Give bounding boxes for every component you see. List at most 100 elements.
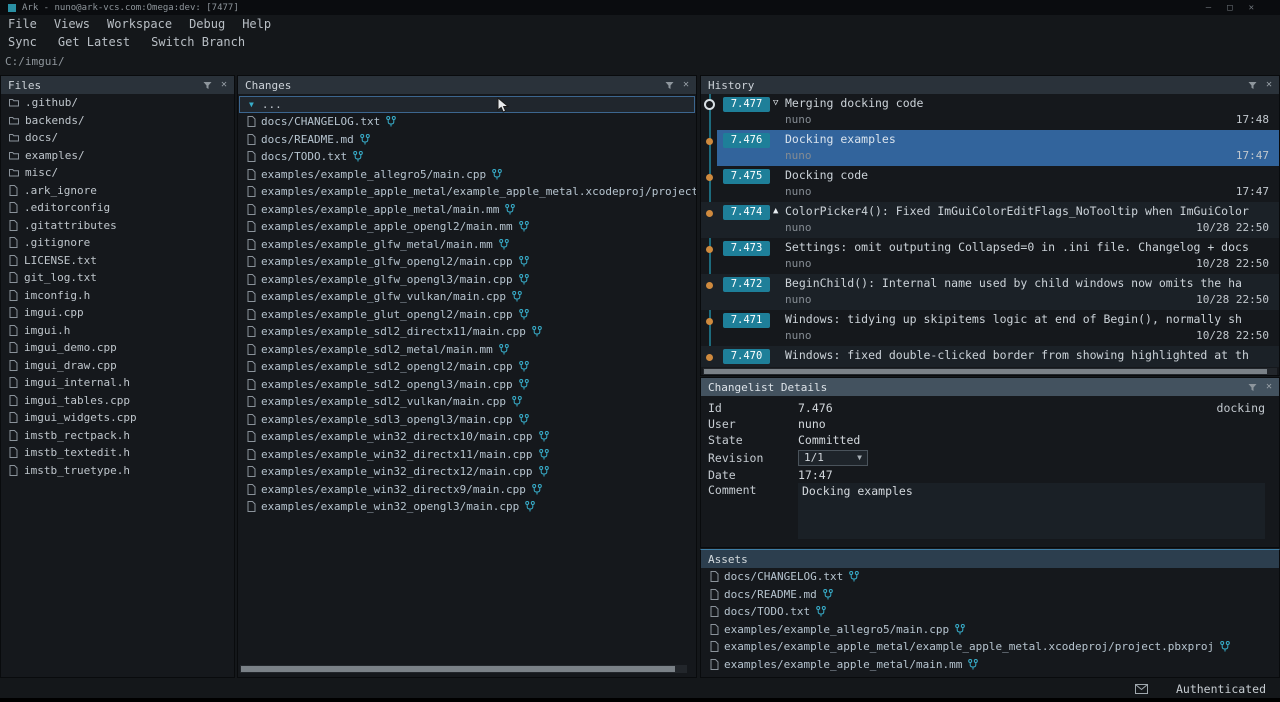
close-panel-icon[interactable]: ✕	[221, 80, 227, 90]
file-tree-item[interactable]: imconfig.h	[1, 287, 234, 305]
menu-item[interactable]: Workspace	[107, 17, 172, 31]
file-tree-item[interactable]: LICENSE.txt	[1, 252, 234, 270]
file-tree-item[interactable]: imgui_demo.cpp	[1, 339, 234, 357]
change-row[interactable]: examples/example_glfw_metal/main.mm	[238, 236, 696, 254]
change-row[interactable]: docs/CHANGELOG.txt	[238, 113, 696, 131]
menu-item[interactable]: Views	[54, 17, 90, 31]
file-name: LICENSE.txt	[24, 254, 97, 267]
maximize-icon[interactable]: □	[1227, 3, 1232, 13]
file-tree-item[interactable]: imstb_textedit.h	[1, 444, 234, 462]
file-tree-item[interactable]: imgui_widgets.cpp	[1, 409, 234, 427]
history-entry[interactable]: 7.470 Windows: fixed double-clicked bord…	[701, 346, 1279, 367]
chevron-down-icon[interactable]: ▼	[249, 100, 254, 109]
menu-item[interactable]: Help	[242, 17, 271, 31]
details-panel-header: Changelist Details ✕	[701, 378, 1279, 396]
file-tree-item[interactable]: imgui_internal.h	[1, 374, 234, 392]
change-row[interactable]: examples/example_win32_directx10/main.cp…	[238, 428, 696, 446]
changeset-badge: 7.470	[723, 349, 770, 364]
file-name: misc/	[25, 166, 58, 179]
menu-item[interactable]: File	[8, 17, 37, 31]
change-row[interactable]: examples/example_sdl2_vulkan/main.cpp	[238, 393, 696, 411]
history-entry[interactable]: 7.473 Settings: omit outputing Collapsed…	[701, 238, 1279, 274]
asset-row[interactable]: docs/CHANGELOG.txt	[701, 568, 1279, 586]
asset-path: docs/CHANGELOG.txt	[724, 570, 843, 583]
file-tree-item[interactable]: .ark_ignore	[1, 182, 234, 200]
horizontal-scrollbar[interactable]	[703, 368, 1277, 375]
file-tree-item[interactable]: examples/	[1, 147, 234, 165]
menu-item[interactable]: Debug	[189, 17, 225, 31]
close-panel-icon[interactable]: ✕	[683, 80, 689, 90]
history-entry[interactable]: 7.472 BeginChild(): Internal name used b…	[701, 274, 1279, 310]
filter-icon[interactable]	[1248, 81, 1257, 90]
changes-panel-title: Changes	[245, 79, 291, 92]
close-panel-icon[interactable]: ✕	[1266, 80, 1272, 90]
file-tree-item[interactable]: git_log.txt	[1, 269, 234, 287]
change-row[interactable]: examples/example_apple_metal/example_app…	[238, 183, 696, 201]
change-row[interactable]: examples/example_glfw_opengl3/main.cpp	[238, 271, 696, 289]
change-path: examples/example_sdl2_metal/main.mm	[261, 343, 493, 356]
scrollbar-thumb[interactable]	[704, 369, 1267, 374]
change-row[interactable]: examples/example_win32_directx11/main.cp…	[238, 446, 696, 464]
horizontal-scrollbar[interactable]	[240, 665, 687, 673]
change-row[interactable]: examples/example_win32_directx9/main.cpp	[238, 481, 696, 499]
close-panel-icon[interactable]: ✕	[1266, 382, 1272, 392]
filter-icon[interactable]	[203, 81, 212, 90]
change-row[interactable]: examples/example_glfw_vulkan/main.cpp	[238, 288, 696, 306]
change-row[interactable]: examples/example_sdl2_directx11/main.cpp	[238, 323, 696, 341]
scrollbar-thumb[interactable]	[241, 666, 675, 672]
file-tree-item[interactable]: imgui_draw.cpp	[1, 357, 234, 375]
file-icon	[247, 501, 256, 512]
asset-row[interactable]: examples/example_apple_metal/example_app…	[701, 638, 1279, 656]
minimize-icon[interactable]: –	[1206, 3, 1211, 13]
filter-icon[interactable]	[1248, 383, 1257, 392]
change-row[interactable]: examples/example_sdl2_opengl2/main.cpp	[238, 358, 696, 376]
file-icon	[247, 221, 256, 232]
change-row[interactable]: examples/example_apple_metal/main.mm	[238, 201, 696, 219]
asset-row[interactable]: examples/example_allegro5/main.cpp	[701, 621, 1279, 639]
toolbar-button[interactable]: Switch Branch	[151, 35, 245, 49]
file-tree-item[interactable]: imstb_rectpack.h	[1, 427, 234, 445]
file-tree-item[interactable]: misc/	[1, 164, 234, 182]
file-tree-item[interactable]: imgui.h	[1, 322, 234, 340]
file-tree-item[interactable]: .editorconfig	[1, 199, 234, 217]
change-row[interactable]: examples/example_sdl2_opengl3/main.cpp	[238, 376, 696, 394]
file-tree-item[interactable]: .github/	[1, 94, 234, 112]
toolbar-button[interactable]: Get Latest	[58, 35, 130, 49]
change-row[interactable]: examples/example_glfw_opengl2/main.cpp	[238, 253, 696, 271]
file-tree-item[interactable]: imstb_truetype.h	[1, 462, 234, 480]
history-entry[interactable]: 7.477 ▽ Merging docking code nuno 17:48	[701, 94, 1279, 130]
file-tree-item[interactable]: docs/	[1, 129, 234, 147]
change-row[interactable]: examples/example_sdl2_metal/main.mm	[238, 341, 696, 359]
change-row[interactable]: docs/README.md	[238, 131, 696, 149]
history-entry[interactable]: 7.476 Docking examples nuno 17:47	[701, 130, 1279, 166]
file-tree-item[interactable]: .gitattributes	[1, 217, 234, 235]
asset-row[interactable]: docs/README.md	[701, 586, 1279, 604]
mouse-cursor	[497, 97, 509, 115]
history-entry[interactable]: 7.474 ▲ ColorPicker4(): Fixed ImGuiColor…	[701, 202, 1279, 238]
asset-row[interactable]: docs/TODO.txt	[701, 603, 1279, 621]
history-entry[interactable]: 7.471 Windows: tidying up skipitems logi…	[701, 310, 1279, 346]
branch-icon	[386, 116, 396, 127]
history-entry[interactable]: 7.475 Docking code nuno 17:47	[701, 166, 1279, 202]
file-tree-item[interactable]: .gitignore	[1, 234, 234, 252]
change-row[interactable]: examples/example_win32_directx12/main.cp…	[238, 463, 696, 481]
change-row[interactable]: examples/example_glut_opengl2/main.cpp	[238, 306, 696, 324]
close-icon[interactable]: ✕	[1249, 3, 1254, 13]
file-tree-item[interactable]: imgui_tables.cpp	[1, 392, 234, 410]
changes-root-label: ...	[262, 98, 282, 111]
asset-path: examples/example_apple_metal/main.mm	[724, 658, 962, 671]
change-row[interactable]: examples/example_allegro5/main.cpp	[238, 166, 696, 184]
changes-root-row[interactable]: ▼ ...	[239, 96, 695, 113]
filter-icon[interactable]	[665, 81, 674, 90]
file-tree-item[interactable]: backends/	[1, 112, 234, 130]
comment-box[interactable]: Docking examples	[798, 483, 1265, 539]
revision-dropdown[interactable]: 1/1 ▼	[798, 450, 868, 466]
commit-node-icon	[706, 174, 713, 181]
toolbar-button[interactable]: Sync	[8, 35, 37, 49]
asset-row[interactable]: examples/example_apple_metal/main.mm	[701, 656, 1279, 674]
change-row[interactable]: examples/example_win32_opengl3/main.cpp	[238, 498, 696, 516]
change-row[interactable]: docs/TODO.txt	[238, 148, 696, 166]
change-row[interactable]: examples/example_apple_opengl2/main.mm	[238, 218, 696, 236]
change-row[interactable]: examples/example_sdl3_opengl3/main.cpp	[238, 411, 696, 429]
file-tree-item[interactable]: imgui.cpp	[1, 304, 234, 322]
